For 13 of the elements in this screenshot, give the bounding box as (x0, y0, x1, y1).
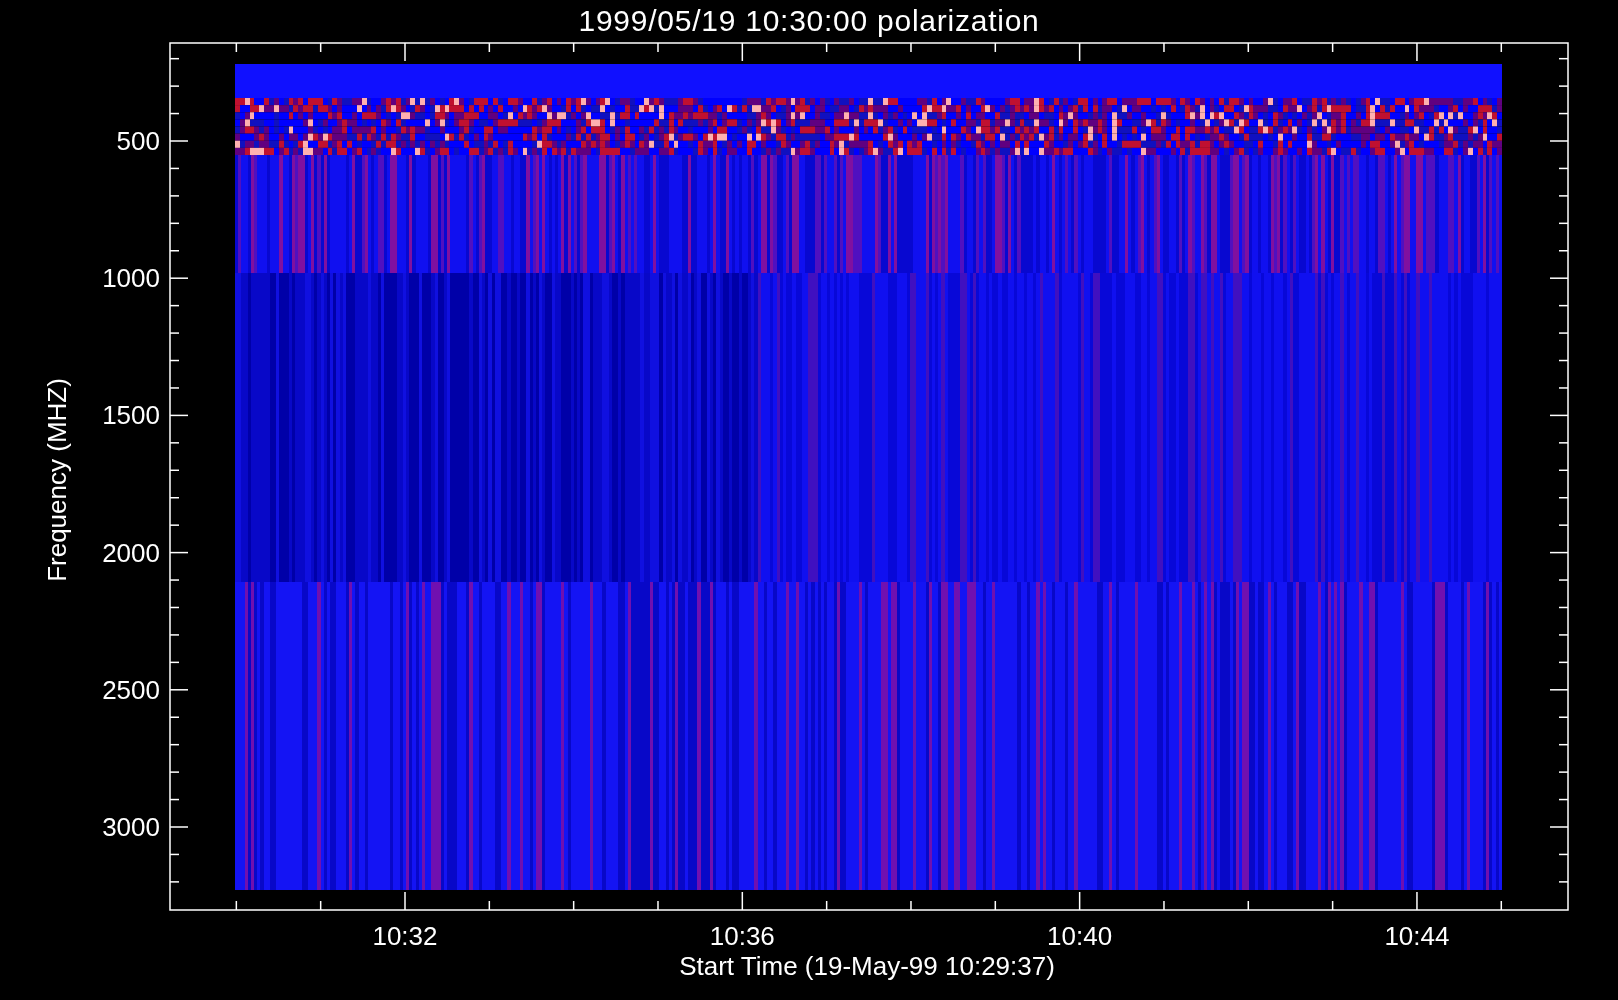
tick-label: 10:40 (1047, 921, 1113, 951)
tick-label: 10:36 (709, 921, 775, 951)
tick-label: 500 (116, 126, 160, 156)
tick-label: 3000 (102, 812, 160, 842)
tick-label: 10:32 (372, 921, 438, 951)
tick-label: 2500 (102, 674, 160, 705)
axis-title: Start Time (19-May-99 10:29:37) (679, 951, 1055, 981)
tick-label: 1000 (102, 263, 160, 294)
tick-label: 2000 (102, 537, 160, 568)
tick-label: 10:44 (1384, 921, 1450, 951)
tick-label: 1500 (102, 400, 160, 431)
axis-title: Frequency (MHZ) (42, 378, 72, 582)
chart-title: 1999/05/19 10:30:00 polarization (578, 3, 1040, 39)
